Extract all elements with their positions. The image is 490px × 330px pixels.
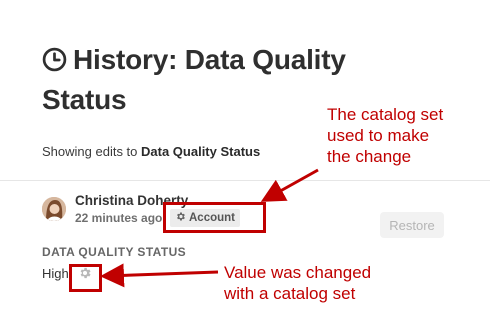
clock-icon xyxy=(42,47,67,72)
annotation-arrow-value xyxy=(100,263,219,288)
field-value: High xyxy=(42,266,69,281)
avatar xyxy=(42,197,66,221)
page-title-text-1: History: Data Quality xyxy=(73,44,346,75)
page-title-line-1: History: Data Quality xyxy=(42,40,442,80)
subtitle-prefix: Showing edits to xyxy=(42,144,142,159)
annotation-catalog-note-line: the change xyxy=(327,147,412,166)
annotation-arrow-catalog xyxy=(260,168,319,202)
annotation-catalog-note: The catalog set used to make the change xyxy=(327,104,487,167)
annotation-value-note-line: with a catalog set xyxy=(224,284,356,303)
restore-button[interactable]: Restore xyxy=(380,212,444,238)
annotation-box-catalog-set xyxy=(163,202,266,233)
annotation-box-value xyxy=(69,264,102,292)
section-divider xyxy=(0,180,490,181)
annotation-value-note: Value was changed with a catalog set xyxy=(224,262,464,304)
field-label: DATA QUALITY STATUS xyxy=(42,245,187,259)
subtitle-subject: Data Quality Status xyxy=(141,144,261,159)
avatar-image xyxy=(42,197,66,221)
page-subtitle: Showing edits to Data Quality Status xyxy=(42,144,260,159)
annotation-value-note-line: Value was changed xyxy=(224,263,372,282)
timestamp: 22 minutes ago xyxy=(75,211,163,225)
annotation-catalog-note-line: used to make xyxy=(327,126,430,145)
annotation-catalog-note-line: The catalog set xyxy=(327,105,444,124)
